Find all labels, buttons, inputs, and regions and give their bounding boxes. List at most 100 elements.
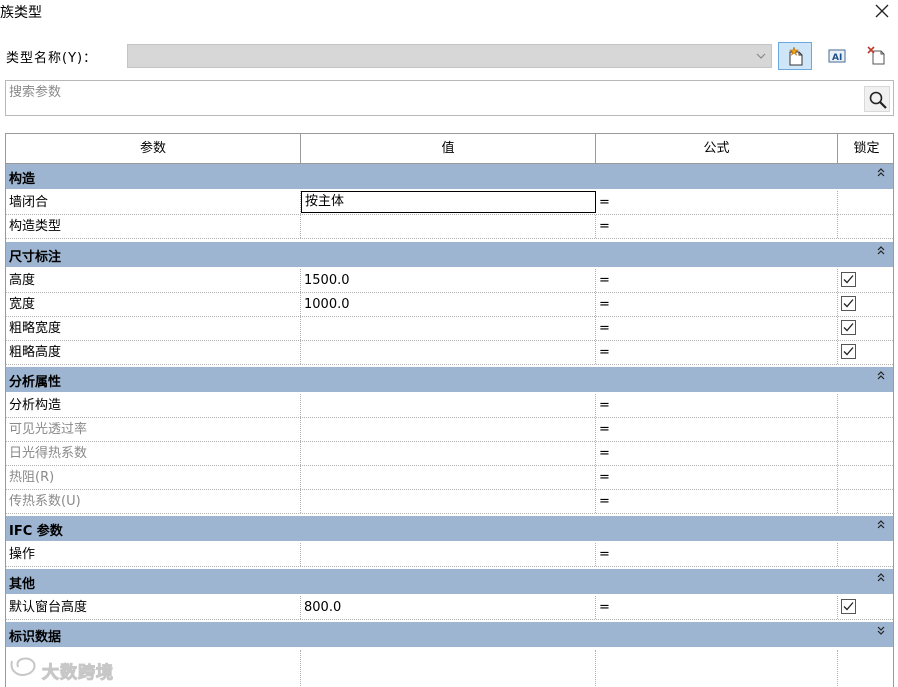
watermark-text: 大数跨境 <box>42 663 114 684</box>
param-formula[interactable]: = <box>596 341 838 364</box>
param-formula[interactable]: = <box>596 269 838 292</box>
param-formula[interactable]: = <box>596 418 838 441</box>
param-row-operation[interactable]: 操作 = <box>6 543 893 567</box>
group-label: 标识数据 <box>9 630 62 645</box>
param-lock-cell <box>838 418 893 441</box>
lock-checkbox[interactable] <box>841 320 856 335</box>
param-row-analytic-construction[interactable]: 分析构造 = <box>6 394 893 418</box>
column-header-value[interactable]: 值 <box>301 134 596 163</box>
search-button[interactable] <box>864 86 890 112</box>
param-value[interactable]: 1500.0 <box>301 269 596 292</box>
param-row-solar-heat-gain[interactable]: 日光得热系数 = <box>6 442 893 466</box>
param-lock-cell <box>838 543 893 566</box>
type-name-select[interactable] <box>127 44 772 68</box>
checkmark-icon <box>843 299 854 308</box>
checkmark-icon <box>843 275 854 284</box>
param-name: 操作 <box>6 543 301 566</box>
param-lock-cell <box>838 394 893 417</box>
group-label: 构造 <box>9 172 36 187</box>
param-value[interactable] <box>301 490 596 513</box>
param-row-thermal-resistance[interactable]: 热阻(R) = <box>6 466 893 490</box>
param-value[interactable] <box>301 394 596 417</box>
param-lock-cell <box>838 191 893 214</box>
group-construction[interactable]: 构造 <box>6 164 893 190</box>
param-name: 粗略高度 <box>6 341 301 364</box>
param-formula[interactable]: = <box>596 543 838 566</box>
param-lock-cell <box>838 490 893 513</box>
checkmark-icon <box>843 347 854 356</box>
lock-checkbox[interactable] <box>841 599 856 614</box>
param-row-rough-height[interactable]: 粗略高度 = <box>6 341 893 365</box>
param-lock-cell <box>838 466 893 489</box>
group-label: 其他 <box>9 577 36 592</box>
param-name: 热阻(R) <box>6 466 301 489</box>
param-value[interactable]: 1000.0 <box>301 293 596 316</box>
group-other[interactable]: 其他 <box>6 569 893 595</box>
param-value[interactable]: 800.0 <box>301 596 596 619</box>
param-name: 粗略宽度 <box>6 317 301 340</box>
expand-icon[interactable] <box>875 624 887 638</box>
param-row-construction-type[interactable]: 构造类型 = <box>6 215 893 239</box>
lock-checkbox[interactable] <box>841 296 856 311</box>
param-row-rough-width[interactable]: 粗略宽度 = <box>6 317 893 341</box>
param-row-width[interactable]: 宽度 1000.0 = <box>6 293 893 317</box>
param-formula[interactable]: = <box>596 596 838 619</box>
param-row-height[interactable]: 高度 1500.0 = <box>6 269 893 293</box>
group-ifc-parameters[interactable]: IFC 参数 <box>6 516 893 542</box>
param-name: 高度 <box>6 269 301 292</box>
param-lock-cell <box>838 293 893 316</box>
close-icon <box>875 4 889 18</box>
lock-checkbox[interactable] <box>841 344 856 359</box>
collapse-icon[interactable] <box>875 166 887 180</box>
param-value-input[interactable]: 按主体 <box>301 191 596 213</box>
param-value[interactable] <box>301 341 596 364</box>
watermark: 大数跨境 <box>8 655 114 684</box>
search-box <box>5 80 894 116</box>
group-dimensions[interactable]: 尺寸标注 <box>6 242 893 268</box>
param-lock-cell <box>838 317 893 340</box>
param-value[interactable] <box>301 418 596 441</box>
close-button[interactable] <box>870 0 894 24</box>
search-input[interactable] <box>9 82 849 102</box>
lock-checkbox[interactable] <box>841 272 856 287</box>
param-value[interactable] <box>301 317 596 340</box>
delete-type-icon <box>867 46 885 65</box>
grid-empty-area <box>6 650 893 687</box>
new-type-button[interactable] <box>778 42 812 70</box>
param-formula[interactable]: = <box>596 394 838 417</box>
param-value[interactable] <box>301 466 596 489</box>
collapse-icon[interactable] <box>875 518 887 532</box>
param-formula[interactable]: = <box>596 215 838 238</box>
param-formula[interactable]: = <box>596 317 838 340</box>
param-value[interactable] <box>301 442 596 465</box>
param-value[interactable] <box>301 543 596 566</box>
param-row-heat-transfer-coefficient[interactable]: 传热系数(U) = <box>6 490 893 514</box>
param-name: 传热系数(U) <box>6 490 301 513</box>
group-identity-data[interactable]: 标识数据 <box>6 622 893 648</box>
param-formula[interactable]: = <box>596 442 838 465</box>
chevron-down-icon <box>756 53 766 59</box>
group-label: IFC 参数 <box>9 524 63 539</box>
collapse-icon[interactable] <box>875 571 887 585</box>
param-name: 分析构造 <box>6 394 301 417</box>
column-header-parameter[interactable]: 参数 <box>6 134 301 163</box>
checkmark-icon <box>843 323 854 332</box>
param-formula[interactable]: = <box>596 293 838 316</box>
param-row-default-sill-height[interactable]: 默认窗台高度 800.0 = <box>6 596 893 620</box>
collapse-icon[interactable] <box>875 369 887 383</box>
param-formula[interactable]: = <box>596 191 838 214</box>
rename-type-button[interactable]: AI <box>820 42 854 70</box>
window-title: 族类型 <box>0 5 42 21</box>
group-analytical-properties[interactable]: 分析属性 <box>6 367 893 393</box>
param-row-wall-closure[interactable]: 墙闭合 按主体 = <box>6 191 893 215</box>
param-formula[interactable]: = <box>596 466 838 489</box>
param-row-visual-light-transmittance[interactable]: 可见光透过率 = <box>6 418 893 442</box>
param-value[interactable] <box>301 215 596 238</box>
param-lock-cell <box>838 269 893 292</box>
delete-type-button[interactable] <box>860 42 894 70</box>
column-header-formula[interactable]: 公式 <box>596 134 838 163</box>
param-formula[interactable]: = <box>596 490 838 513</box>
column-header-lock[interactable]: 锁定 <box>838 134 893 163</box>
collapse-icon[interactable] <box>875 244 887 258</box>
rename-icon: AI <box>828 49 846 63</box>
